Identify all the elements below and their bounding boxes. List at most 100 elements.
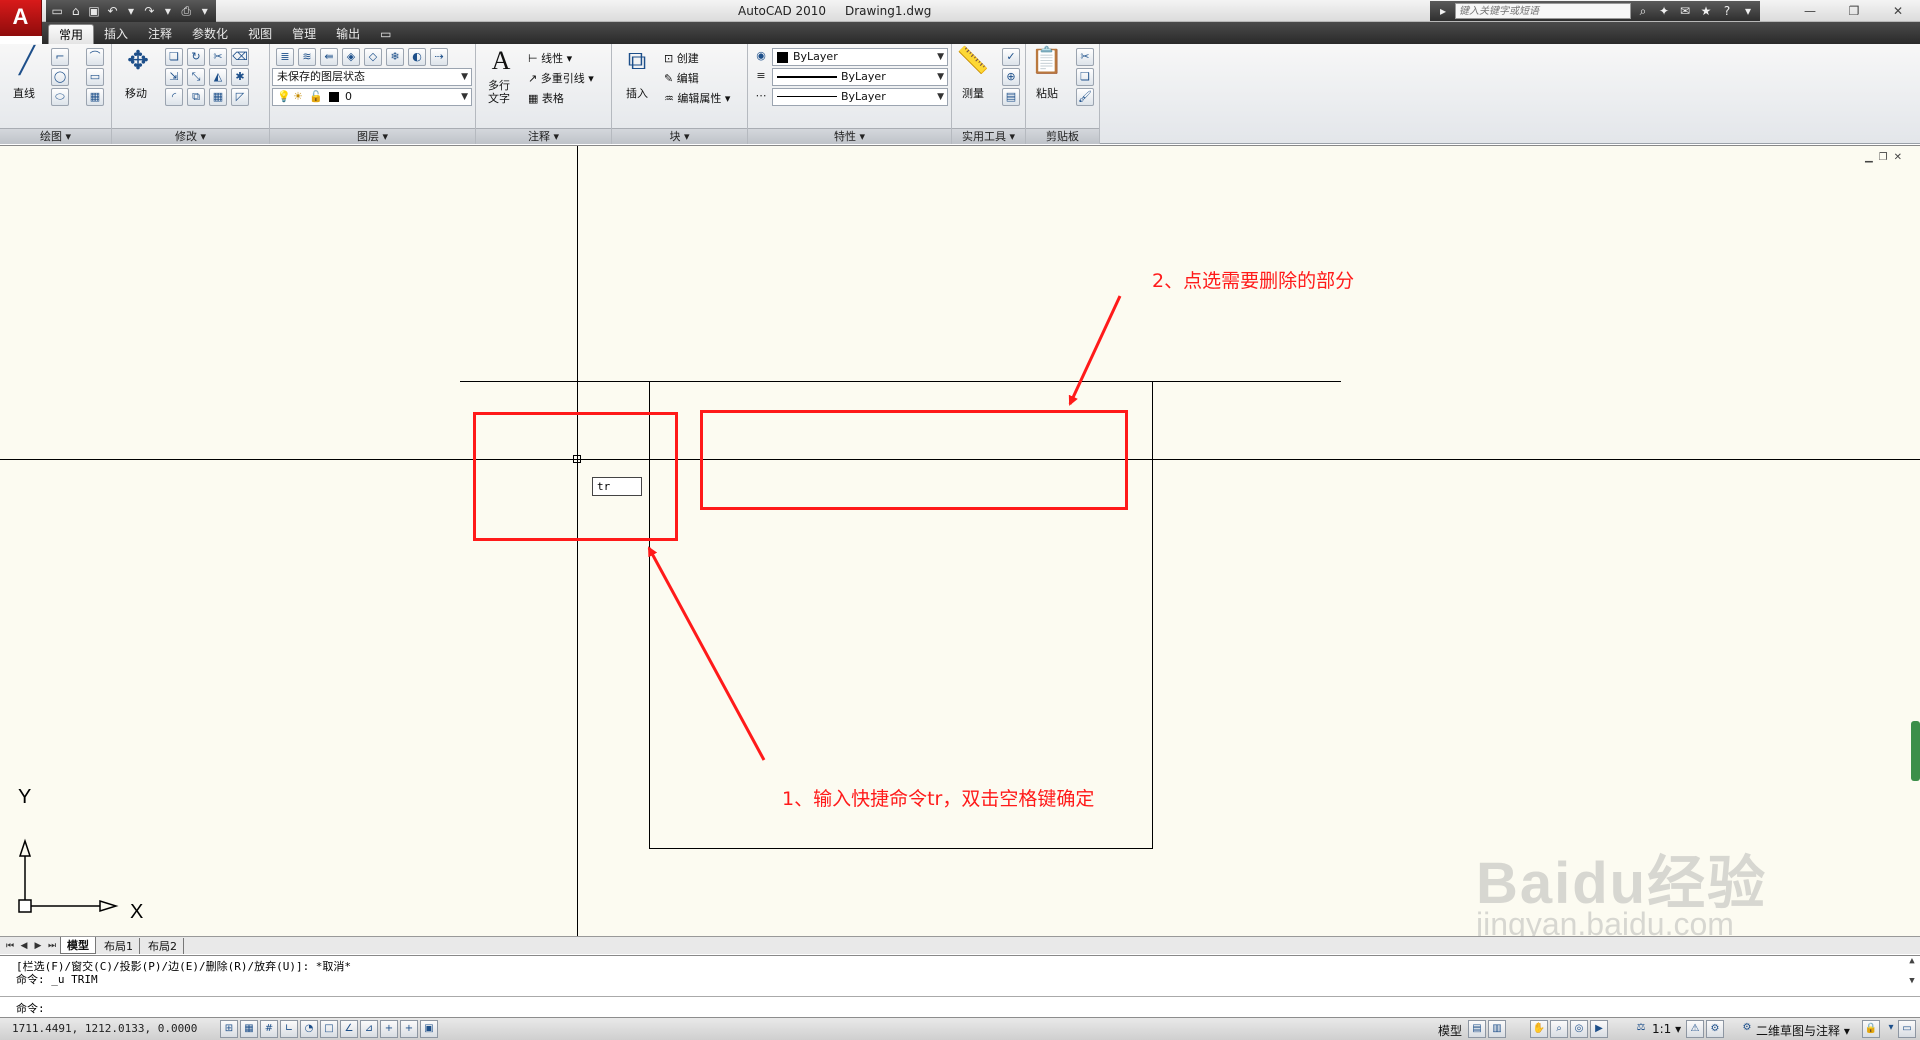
binoculars-icon[interactable]: ⌕ (1634, 3, 1652, 19)
restore-window-icon[interactable]: ❐ (1832, 0, 1876, 22)
qat-customize-icon[interactable]: ▾ (198, 3, 212, 19)
scale-icon[interactable]: ⤡ (187, 68, 205, 86)
mtext-icon[interactable]: A (484, 44, 518, 78)
auto-scale-icon[interactable]: ⚙ (1706, 1020, 1724, 1038)
layer-freeze-icon[interactable]: ❄ (386, 48, 404, 66)
object-snap-tracking-icon[interactable]: ∠ (340, 1020, 358, 1038)
modify-panel-title[interactable]: 修改 ▾ (112, 128, 269, 144)
last-layout-icon[interactable]: ⏭ (46, 941, 58, 951)
insert-block-icon[interactable]: ⧉ (620, 44, 654, 78)
clean-screen-icon[interactable]: ▭ (1898, 1020, 1916, 1038)
tab-output[interactable]: 输出 (326, 24, 370, 44)
color-dropdown[interactable]: ByLayer ▼ (772, 48, 948, 66)
redo-dropdown-icon[interactable]: ▾ (161, 3, 175, 19)
edit-block-button[interactable]: ✎ 编辑 (664, 70, 699, 86)
drawing-canvas[interactable]: ▁ ❐ ✕ tr 1、输入快捷命令tr，双击空格键确定 2、点选需要删除的部分 … (0, 145, 1920, 936)
draw-panel-title[interactable]: 绘图 ▾ (0, 128, 111, 144)
help-dropdown-icon[interactable]: ▾ (1739, 3, 1757, 19)
print-icon[interactable]: ⎙ (179, 3, 193, 19)
workspace-switch-icon[interactable]: ⚙ (1738, 1020, 1756, 1038)
coordinates-readout[interactable]: 1711.4491, 1212.0133, 0.0000 (12, 1022, 197, 1035)
polyline-icon[interactable]: ⌐ (51, 48, 69, 66)
ortho-mode-icon[interactable]: ∟ (280, 1020, 298, 1038)
application-menu-button[interactable]: A (0, 0, 42, 36)
lineweight-toggle-icon[interactable]: + (400, 1020, 418, 1038)
ellipse-icon[interactable]: ⬭ (51, 88, 69, 106)
annotation-scale[interactable]: 1:1 ▾ (1652, 1022, 1681, 1036)
block-panel-title[interactable]: 块 ▾ (612, 128, 747, 144)
annotation-panel-title[interactable]: 注释 ▾ (476, 128, 611, 144)
annotation-scale-icon[interactable]: ⚖ (1632, 1020, 1650, 1038)
clipboard-panel-title[interactable]: 剪贴板 (1026, 128, 1099, 144)
layer-unisolate-icon[interactable]: ◇ (364, 48, 382, 66)
erase-icon[interactable]: ⌫ (231, 48, 249, 66)
fillet-icon[interactable]: ◜ (165, 88, 183, 106)
snap-mode-icon[interactable]: ▦ (240, 1020, 258, 1038)
mirror-icon[interactable]: ◭ (209, 68, 227, 86)
tab-insert[interactable]: 插入 (94, 24, 138, 44)
circle-icon[interactable]: ◯ (51, 68, 69, 86)
measure-icon[interactable]: 📏 (956, 44, 990, 78)
workspace-dropdown[interactable]: 二维草图与注释 ▾ (1756, 1022, 1850, 1039)
copy-clip-icon[interactable]: ❏ (1076, 68, 1094, 86)
explode-icon[interactable]: ✱ (231, 68, 249, 86)
command-input[interactable]: 命令: (0, 996, 1920, 1016)
new-file-icon[interactable]: ▭ (50, 3, 64, 19)
previous-layout-icon[interactable]: ◀ (18, 941, 30, 951)
search-input[interactable] (1455, 3, 1631, 19)
trim-icon[interactable]: ✂ (209, 48, 227, 66)
line-tool-icon[interactable]: ╱ (10, 44, 44, 78)
polar-tracking-icon[interactable]: ◔ (300, 1020, 318, 1038)
paste-icon[interactable]: 📋 (1030, 44, 1064, 78)
create-block-button[interactable]: ⊡ 创建 (664, 50, 699, 66)
match-properties-icon[interactable]: 🖌 (1076, 88, 1094, 106)
ribbon-minimize-icon[interactable]: ▭ (370, 24, 401, 44)
move-tool-icon[interactable]: ✥ (121, 44, 155, 78)
navigation-bar-handle[interactable] (1911, 721, 1920, 781)
minimize-window-icon[interactable]: — (1788, 0, 1832, 22)
rectangle-icon[interactable]: ▭ (86, 68, 104, 86)
layer-previous-icon[interactable]: ⇚ (320, 48, 338, 66)
table-button[interactable]: ▦ 表格 (528, 90, 564, 106)
showmotion-icon[interactable]: ▶ (1590, 1020, 1608, 1038)
close-window-icon[interactable]: ✕ (1876, 0, 1920, 22)
next-layout-icon[interactable]: ▶ (32, 941, 44, 951)
quick-properties-icon[interactable]: ▣ (420, 1020, 438, 1038)
redo-icon[interactable]: ↷ (142, 3, 156, 19)
select-similar-icon[interactable]: ⊕ (1002, 68, 1020, 86)
multileader-button[interactable]: ↗ 多重引线 ▾ (528, 70, 594, 86)
open-file-icon[interactable]: ⌂ (68, 3, 82, 19)
array-icon[interactable]: ▦ (209, 88, 227, 106)
help-icon[interactable]: ? (1718, 3, 1736, 19)
utilities-panel-title[interactable]: 实用工具 ▾ (952, 128, 1025, 144)
cut-icon[interactable]: ✂ (1076, 48, 1094, 66)
properties-panel-title[interactable]: 特性 ▾ (748, 128, 951, 144)
quick-view-drawings-icon[interactable]: ▥ (1488, 1020, 1506, 1038)
grid-display-icon[interactable]: # (260, 1020, 278, 1038)
favorites-star-icon[interactable]: ★ (1697, 3, 1715, 19)
arc-icon[interactable]: ⌒ (86, 48, 104, 66)
save-icon[interactable]: ▣ (87, 3, 101, 19)
object-snap-icon[interactable]: □ (320, 1020, 338, 1038)
tab-annotate[interactable]: 注释 (138, 24, 182, 44)
subscription-icon[interactable]: ✦ (1655, 3, 1673, 19)
dynamic-input-icon[interactable]: + (380, 1020, 398, 1038)
zoom-icon[interactable]: ⌕ (1550, 1020, 1568, 1038)
chamfer-icon[interactable]: ◸ (231, 88, 249, 106)
layer-match-icon[interactable]: ≋ (298, 48, 316, 66)
tab-home[interactable]: 常用 (48, 24, 95, 44)
layer-isolate-icon[interactable]: ◈ (342, 48, 360, 66)
tab-manage[interactable]: 管理 (282, 24, 326, 44)
calculator-icon[interactable]: ▤ (1002, 88, 1020, 106)
layers-panel-title[interactable]: 图层 ▾ (270, 128, 475, 144)
tab-view[interactable]: 视图 (238, 24, 282, 44)
layer-walk-icon[interactable]: ⇢ (430, 48, 448, 66)
first-layout-icon[interactable]: ⏮ (4, 941, 16, 951)
expand-search-icon[interactable]: ▸ (1434, 3, 1452, 19)
infer-constraints-icon[interactable]: ⊞ (220, 1020, 238, 1038)
steering-wheel-icon[interactable]: ◎ (1570, 1020, 1588, 1038)
toolbar-lock-icon[interactable]: 🔒 (1862, 1020, 1880, 1038)
dynamic-ucs-icon[interactable]: ⊿ (360, 1020, 378, 1038)
lineweight-dropdown[interactable]: ByLayer ▼ (772, 88, 948, 106)
command-scrollbar[interactable]: ▲ ▼ (1906, 956, 1918, 994)
